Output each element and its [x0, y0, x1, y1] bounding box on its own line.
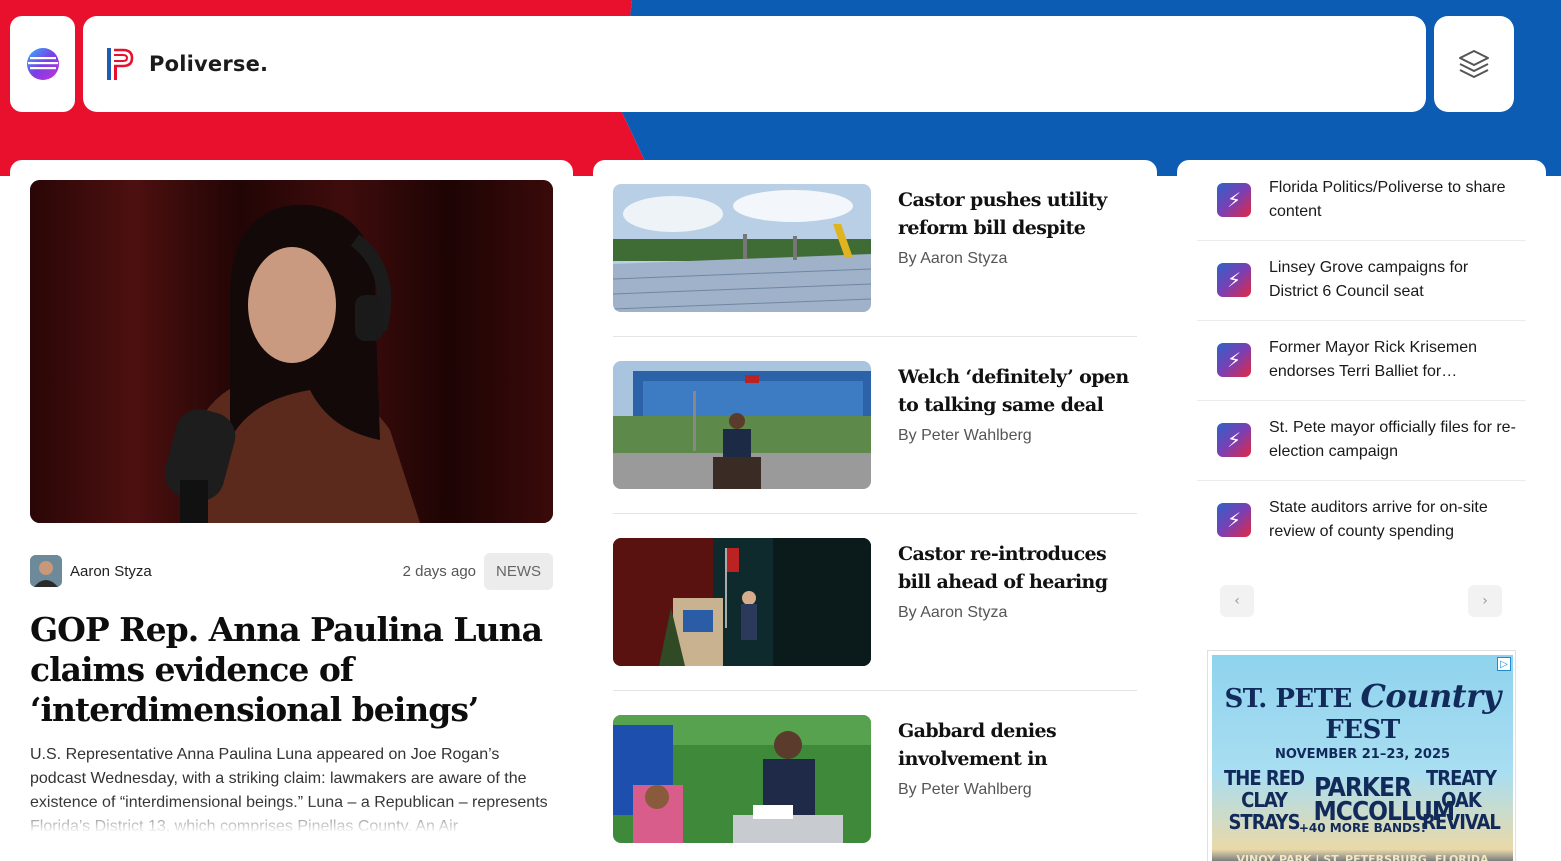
story-divider: [613, 336, 1137, 337]
story-title[interactable]: Welch ‘definitely’ open to talking same …: [898, 363, 1133, 419]
ad-act: PARKER MCCOLLUM: [1313, 773, 1456, 827]
brand-name[interactable]: Poliverse.: [149, 52, 268, 76]
brief-text[interactable]: State auditors arrive for on-site review…: [1269, 496, 1519, 544]
ad-more-bands: +40 MORE BANDS!: [1298, 821, 1427, 835]
app-menu-button[interactable]: [10, 16, 75, 112]
story-author[interactable]: By Peter Wahlberg: [898, 781, 1032, 799]
brief-item[interactable]: ⚡ State auditors arrive for on-site revi…: [1197, 480, 1526, 560]
featured-headline[interactable]: GOP Rep. Anna Paulina Luna claims eviden…: [30, 610, 553, 730]
ad-banner[interactable]: ▷ ST. PETE Country FEST NOVEMBER 21–23, …: [1212, 655, 1513, 861]
ad-headline: ST. PETE Country FEST: [1212, 677, 1513, 745]
podcast-guest-photo: [30, 180, 553, 523]
brief-text[interactable]: Linsey Grove campaigns for District 6 Co…: [1269, 256, 1519, 304]
carousel-next-button[interactable]: ›: [1468, 585, 1502, 617]
orb-logo-icon: [26, 48, 59, 80]
story-author[interactable]: By Aaron Styza: [898, 604, 1007, 622]
adchoices-icon[interactable]: ▷: [1497, 657, 1511, 671]
story-title[interactable]: Castor pushes utility reform bill despit…: [898, 186, 1133, 242]
carousel-prev-button[interactable]: ‹: [1220, 585, 1254, 617]
category-badge[interactable]: NEWS: [484, 552, 553, 590]
ad-headline-right: FEST: [1325, 715, 1400, 745]
published-time: 2 days ago: [402, 562, 476, 580]
lightning-bolt-icon: ⚡: [1217, 183, 1251, 217]
story-divider: [613, 690, 1137, 691]
author-avatar[interactable]: [30, 555, 62, 587]
layers-button[interactable]: [1434, 16, 1514, 112]
lightning-bolt-icon: ⚡: [1217, 503, 1251, 537]
excerpt-fade: [30, 803, 553, 833]
press-conference-photo: [613, 361, 871, 489]
ad-headline-script: Country: [1360, 677, 1501, 715]
story-list: Castor pushes utility reform bill despit…: [593, 160, 1157, 861]
story-thumbnail[interactable]: [613, 715, 871, 843]
brief-item[interactable]: ⚡ Linsey Grove campaigns for District 6 …: [1197, 240, 1526, 320]
brief-item[interactable]: ⚡ St. Pete mayor officially files for re…: [1197, 400, 1526, 480]
poliverse-p-logo-icon[interactable]: [105, 46, 135, 82]
brief-text[interactable]: Former Mayor Rick Krisemen endorses Terr…: [1269, 336, 1519, 384]
lightning-bolt-icon: ⚡: [1217, 263, 1251, 297]
story-item[interactable]: Castor re-introduces bill ahead of heari…: [613, 538, 1137, 666]
article-meta: Aaron Styza 2 days ago NEWS: [30, 551, 553, 591]
story-item[interactable]: Gabbard denies involvement in mystery… B…: [613, 715, 1137, 843]
featured-image[interactable]: [30, 180, 553, 523]
brief-item[interactable]: ⚡ Florida Politics/Poliverse to share co…: [1197, 160, 1526, 240]
story-title[interactable]: Castor re-introduces bill ahead of heari…: [898, 540, 1133, 596]
story-thumbnail[interactable]: [613, 538, 871, 666]
ad-dates: NOVEMBER 21–23, 2025: [1274, 747, 1451, 762]
story-author[interactable]: By Peter Wahlberg: [898, 427, 1032, 445]
story-thumbnail[interactable]: [613, 361, 871, 489]
story-item[interactable]: Welch ‘definitely’ open to talking same …: [613, 361, 1137, 489]
brief-text[interactable]: Florida Politics/Poliverse to share cont…: [1269, 176, 1519, 224]
solar-farm-photo: [613, 184, 871, 312]
advertisement[interactable]: ▷ ST. PETE Country FEST NOVEMBER 21–23, …: [1207, 650, 1516, 861]
ad-venue: VINOY PARK | ST. PETERSBURG, FLORIDA: [1236, 853, 1489, 861]
header-bar: Poliverse.: [83, 16, 1426, 112]
brief-item[interactable]: ⚡ Former Mayor Rick Krisemen endorses Te…: [1197, 320, 1526, 400]
lightning-bolt-icon: ⚡: [1217, 343, 1251, 377]
stadium-event-photo: [613, 715, 871, 843]
brief-text[interactable]: St. Pete mayor officially files for re-e…: [1269, 416, 1519, 464]
featured-excerpt: U.S. Representative Anna Paulina Luna ap…: [30, 743, 553, 833]
author-avatar-image: [30, 555, 62, 587]
story-title[interactable]: Gabbard denies involvement in mystery…: [898, 717, 1133, 773]
lightning-bolt-icon: ⚡: [1217, 423, 1251, 457]
chevron-right-icon: ›: [1482, 593, 1488, 609]
story-thumbnail[interactable]: [613, 184, 871, 312]
ad-headline-left: ST. PETE: [1224, 684, 1352, 714]
town-hall-photo: [613, 538, 871, 666]
author-name[interactable]: Aaron Styza: [70, 563, 152, 580]
story-divider: [613, 513, 1137, 514]
story-author[interactable]: By Aaron Styza: [898, 250, 1007, 268]
layers-icon: [1459, 50, 1489, 78]
chevron-left-icon: ‹: [1234, 593, 1240, 609]
featured-article[interactable]: Aaron Styza 2 days ago NEWS GOP Rep. Ann…: [10, 160, 573, 861]
news-briefs: ⚡ Florida Politics/Poliverse to share co…: [1177, 160, 1546, 629]
story-item[interactable]: Castor pushes utility reform bill despit…: [613, 184, 1137, 312]
